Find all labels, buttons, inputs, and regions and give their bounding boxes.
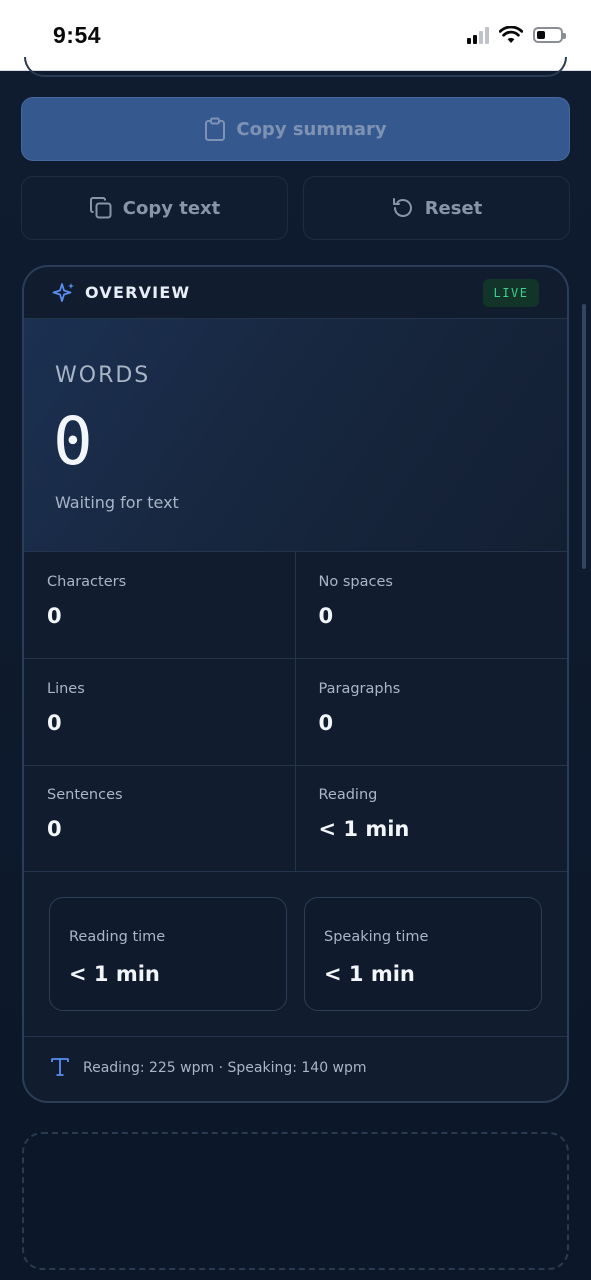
words-hero: WORDS 0 Waiting for text [24, 319, 567, 552]
sparkle-icon [52, 283, 74, 302]
stat-label: Reading [318, 787, 378, 803]
reset-button[interactable]: Reset [303, 176, 570, 240]
copy-summary-label: Copy summary [236, 118, 387, 140]
copy-text-button[interactable]: Copy text [21, 176, 288, 240]
stat-no-spaces: No spaces 0 [295, 552, 567, 659]
reset-label: Reset [424, 197, 483, 219]
speaking-time-card: Speaking time < 1 min [304, 897, 542, 1011]
battery-icon [533, 27, 566, 43]
stat-value: 0 [318, 604, 334, 628]
stat-value: < 1 min [318, 817, 410, 841]
copy-text-label: Copy text [122, 197, 221, 219]
stat-value: 0 [318, 711, 334, 735]
stat-label: Characters [47, 574, 127, 590]
wifi-icon [499, 26, 523, 43]
text-type-icon [51, 1058, 69, 1076]
rates-info: Reading: 225 wpm · Speaking: 140 wpm [83, 1060, 367, 1076]
stat-lines: Lines 0 [24, 659, 296, 766]
overview-title: OVERVIEW [85, 283, 191, 302]
clipboard-icon [205, 117, 226, 141]
cellular-signal-icon [467, 26, 489, 44]
copy-summary-button[interactable]: Copy summary [21, 97, 570, 161]
stat-value: 0 [47, 711, 62, 735]
stat-label: No spaces [318, 574, 393, 590]
time-estimates: Reading time < 1 min Speaking time < 1 m… [24, 872, 567, 1037]
stat-value: 0 [47, 604, 62, 628]
reading-time-card: Reading time < 1 min [49, 897, 287, 1011]
stat-label: Sentences [47, 787, 123, 803]
scrollbar[interactable] [582, 304, 586, 569]
drop-zone[interactable] [22, 1132, 569, 1270]
status-icons [467, 26, 566, 44]
words-value: 0 [53, 403, 93, 480]
stat-sentences: Sentences 0 [24, 765, 296, 872]
stats-grid: Characters 0 No spaces 0 Lines 0 Paragra… [24, 552, 567, 872]
words-label: WORDS [55, 363, 151, 388]
stat-value: 0 [47, 817, 62, 841]
stat-label: Lines [47, 681, 85, 697]
stat-reading: Reading < 1 min [295, 765, 567, 872]
main-content: Copy summary Copy text Reset OVERVIEW LI… [0, 57, 591, 1280]
reading-time-value: < 1 min [69, 962, 160, 986]
reading-time-label: Reading time [69, 929, 166, 945]
speaking-time-value: < 1 min [324, 962, 415, 986]
words-status: Waiting for text [55, 493, 179, 512]
overview-footer: Reading: 225 wpm · Speaking: 140 wpm [24, 1037, 567, 1101]
overview-header: OVERVIEW LIVE [24, 267, 567, 319]
copy-icon [89, 197, 112, 219]
speaking-time-label: Speaking time [324, 929, 429, 945]
overview-card: OVERVIEW LIVE WORDS 0 Waiting for text C… [22, 265, 569, 1103]
stat-label: Paragraphs [318, 681, 401, 697]
live-badge: LIVE [483, 279, 539, 307]
stat-characters: Characters 0 [24, 552, 296, 659]
reset-icon [392, 198, 412, 217]
stat-paragraphs: Paragraphs 0 [295, 659, 567, 766]
status-time: 9:54 [53, 22, 102, 48]
text-input-card-edge [24, 57, 567, 77]
